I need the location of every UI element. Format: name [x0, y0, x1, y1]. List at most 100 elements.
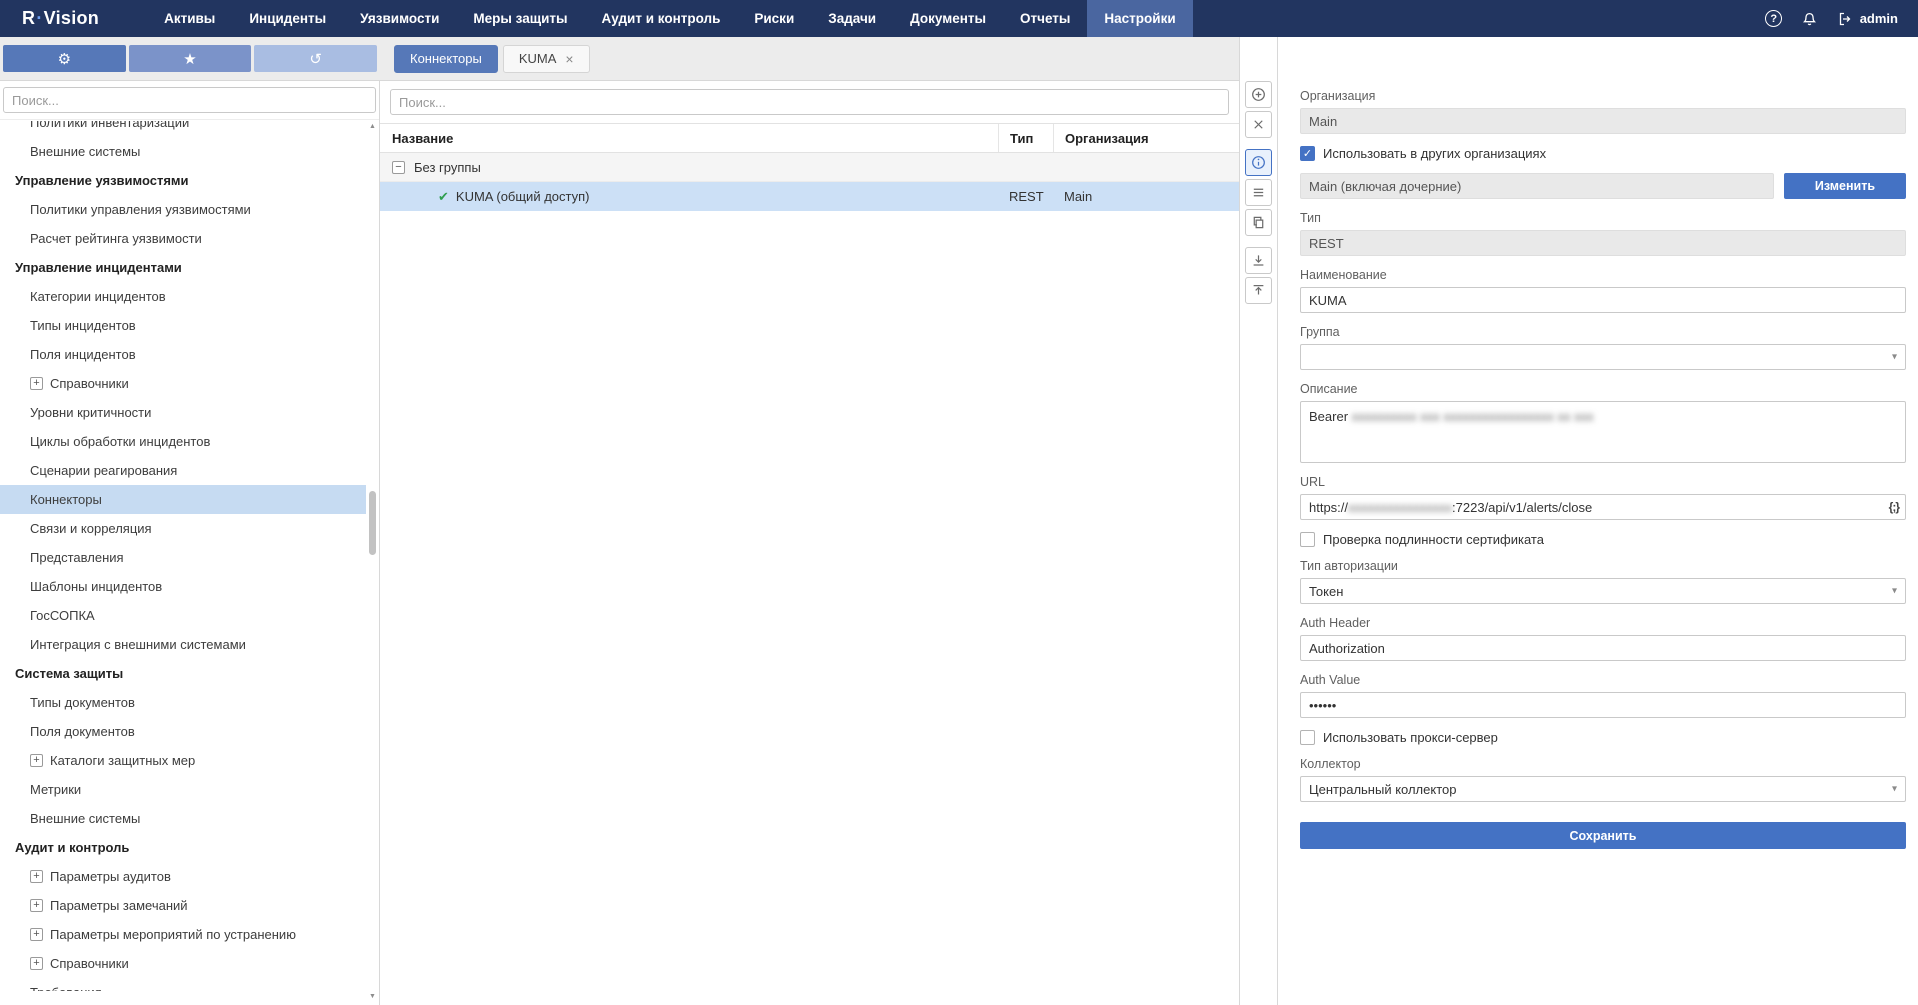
header-right: ? admin — [1765, 0, 1918, 37]
tree-item[interactable]: Политики инвентаризации — [0, 121, 366, 137]
tree-item[interactable]: + Параметры аудитов — [0, 862, 366, 891]
notifications-bell-icon[interactable] — [1801, 10, 1819, 28]
variables-icon[interactable]: {;} — [1889, 500, 1899, 514]
cert-checkbox-row[interactable]: Проверка подлинности сертификата — [1300, 532, 1906, 547]
name-field[interactable] — [1300, 287, 1906, 313]
collapse-icon[interactable]: − — [392, 161, 405, 174]
column-header-org[interactable]: Организация — [1053, 124, 1239, 152]
nav-item-Отчеты[interactable]: Отчеты — [1003, 0, 1087, 37]
sidebar-search-input[interactable] — [3, 87, 376, 113]
tree-item[interactable]: Категории инцидентов — [0, 282, 366, 311]
sidebar-tab-favorites[interactable]: ★ — [129, 45, 252, 72]
scroll-down-icon[interactable]: ▼ — [367, 991, 378, 1003]
tree-item[interactable]: Шаблоны инцидентов — [0, 572, 366, 601]
group-row[interactable]: − Без группы — [380, 153, 1239, 182]
column-header-name[interactable]: Название — [380, 124, 998, 152]
proxy-checkbox-label: Использовать прокси-сервер — [1323, 730, 1498, 745]
remove-button[interactable] — [1245, 111, 1272, 138]
tree-item[interactable]: +Справочники — [0, 949, 366, 978]
nav-item-Аудит и контроль[interactable]: Аудит и контроль — [585, 0, 738, 37]
tree-item[interactable]: Типы инцидентов — [0, 311, 366, 340]
add-button[interactable] — [1245, 81, 1272, 108]
expand-icon[interactable]: + — [30, 957, 43, 970]
help-icon[interactable]: ? — [1765, 10, 1783, 28]
nav-item-Активы[interactable]: Активы — [147, 0, 232, 37]
tree-item[interactable]: +Параметры замечаний — [0, 891, 366, 920]
toolbar-group — [1245, 149, 1272, 236]
checkbox-checked-icon[interactable]: ✓ — [1300, 146, 1315, 161]
tree-item[interactable]: ГосСОПКА — [0, 601, 366, 630]
tree-item[interactable]: Политики управления уязвимостями — [0, 195, 366, 224]
description-visible-text: Bearer — [1309, 409, 1348, 424]
nav-item-Риски[interactable]: Риски — [737, 0, 811, 37]
tree-item[interactable]: +Каталоги защитных мер — [0, 746, 366, 775]
user-menu[interactable]: admin — [1837, 11, 1898, 27]
tab-connectors[interactable]: Коннекторы — [394, 45, 498, 73]
chevron-down-icon: ▾ — [1892, 586, 1897, 597]
expand-icon[interactable]: + — [30, 928, 43, 941]
save-button[interactable]: Сохранить — [1300, 822, 1906, 849]
checkbox-unchecked-icon[interactable] — [1300, 532, 1315, 547]
change-button[interactable]: Изменить — [1784, 173, 1906, 199]
auth-value-label: Auth Value — [1300, 673, 1906, 687]
tree-item-label: Параметры аудитов — [50, 869, 171, 884]
tree-item-label: Типы документов — [30, 695, 135, 710]
collector-select[interactable]: Центральный коллектор ▾ — [1300, 776, 1906, 802]
auth-value-field[interactable] — [1300, 692, 1906, 718]
tree-item[interactable]: Внешние системы — [0, 804, 366, 833]
tree-item[interactable]: Коннекторы — [0, 485, 366, 514]
tree-item[interactable]: +Справочники — [0, 369, 366, 398]
tree-item[interactable]: Метрики — [0, 775, 366, 804]
tree-item[interactable]: Внешние системы — [0, 137, 366, 166]
proxy-checkbox-row[interactable]: Использовать прокси-сервер — [1300, 730, 1906, 745]
url-suffix: :7223/api/v1/alerts/close — [1452, 500, 1592, 515]
properties-button[interactable] — [1245, 179, 1272, 206]
nav-item-Инциденты[interactable]: Инциденты — [232, 0, 343, 37]
tree-item[interactable]: Поля документов — [0, 717, 366, 746]
nav-item-Меры защиты[interactable]: Меры защиты — [456, 0, 584, 37]
import-button[interactable] — [1245, 247, 1272, 274]
tree-item[interactable]: +Параметры мероприятий по устранению — [0, 920, 366, 949]
tree-item[interactable]: Типы документов — [0, 688, 366, 717]
share-checkbox-row[interactable]: ✓ Использовать в других организациях — [1300, 146, 1906, 161]
tree-item[interactable]: Требования — [0, 978, 366, 991]
close-tab-icon[interactable]: × — [565, 52, 573, 66]
nav-item-Задачи[interactable]: Задачи — [811, 0, 893, 37]
tree-item[interactable]: Уровни критичности — [0, 398, 366, 427]
nav-item-Уязвимости[interactable]: Уязвимости — [343, 0, 456, 37]
auth-type-select[interactable]: Токен ▾ — [1300, 578, 1906, 604]
group-select[interactable]: ▾ — [1300, 344, 1906, 370]
url-field[interactable]: https:// xxxxxxxxxxxxxxxx :7223/api/v1/a… — [1300, 494, 1906, 520]
info-button[interactable] — [1245, 149, 1272, 176]
gear-icon: ⚙ — [58, 50, 71, 68]
auth-header-field[interactable] — [1300, 635, 1906, 661]
tree-item[interactable]: Циклы обработки инцидентов — [0, 427, 366, 456]
tree-item-label: ГосСОПКА — [30, 608, 95, 623]
list-icon — [1251, 185, 1266, 200]
tree-item[interactable]: Представления — [0, 543, 366, 572]
table-row[interactable]: ✔ KUMA (общий доступ) REST Main — [380, 182, 1239, 211]
list-search-input[interactable] — [390, 89, 1229, 115]
scroll-up-icon[interactable]: ▲ — [367, 121, 378, 133]
tree-item[interactable]: Связи и корреляция — [0, 514, 366, 543]
export-button[interactable] — [1245, 277, 1272, 304]
tree-item[interactable]: Сценарии реагирования — [0, 456, 366, 485]
expand-icon[interactable]: + — [30, 377, 43, 390]
scrollbar-thumb[interactable] — [369, 491, 376, 555]
tree-item[interactable]: Расчет рейтинга уязвимости — [0, 224, 366, 253]
nav-item-Документы[interactable]: Документы — [893, 0, 1003, 37]
copy-button[interactable] — [1245, 209, 1272, 236]
tree-item[interactable]: Интеграция с внешними системами — [0, 630, 366, 659]
tree-item[interactable]: Поля инцидентов — [0, 340, 366, 369]
sidebar-tab-history[interactable]: ↺ — [254, 45, 377, 72]
description-field[interactable]: Bearer xxxxxxxxxx xxx xxxxxxxxxxxxxxxxx … — [1300, 401, 1906, 463]
expand-icon[interactable]: + — [30, 899, 43, 912]
expand-icon[interactable]: + — [30, 870, 43, 883]
nav-item-Настройки[interactable]: Настройки — [1087, 0, 1192, 37]
column-header-type[interactable]: Тип — [998, 124, 1053, 152]
sidebar-tab-settings[interactable]: ⚙ — [3, 45, 126, 72]
checkbox-unchecked-icon[interactable] — [1300, 730, 1315, 745]
sidebar-scrollbar[interactable]: ▲ ▼ — [367, 121, 378, 1003]
expand-icon[interactable]: + — [30, 754, 43, 767]
tab-kuma[interactable]: KUMA × — [503, 45, 590, 73]
